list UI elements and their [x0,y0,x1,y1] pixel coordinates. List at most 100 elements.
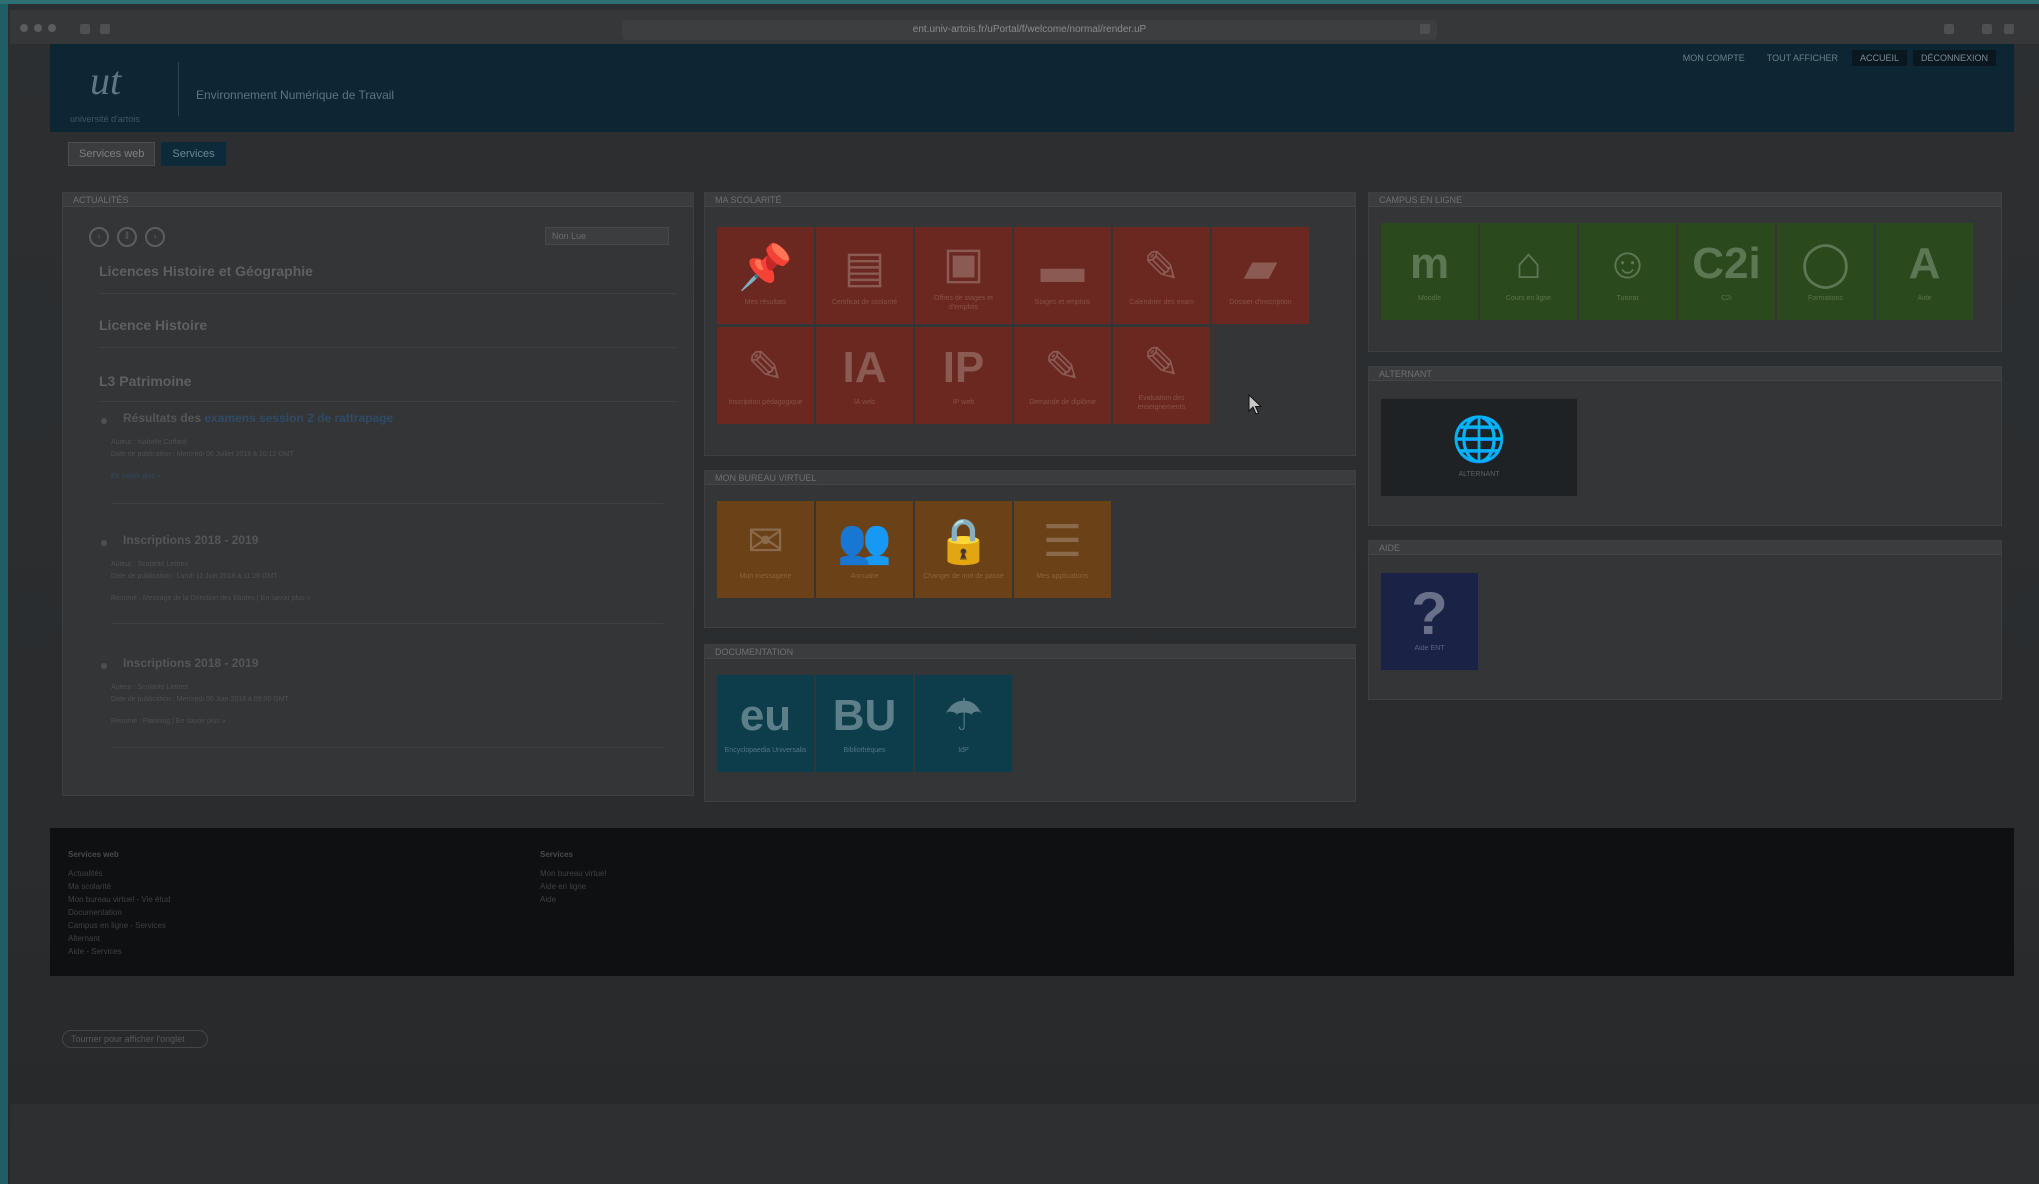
footer-link[interactable]: Mon bureau virtuel - Vie étud [68,893,171,906]
tile-formations[interactable]: ◯ Formations [1777,223,1874,320]
mail-icon: ✉ [747,517,784,566]
school-icon: ⌂ [1515,239,1542,288]
close-window-icon[interactable] [20,24,28,32]
footer-link[interactable]: Documentation [68,906,171,919]
my-account-link[interactable]: MON COMPTE [1675,50,1753,66]
tabs-icon[interactable] [1982,24,1992,34]
news-pause-icon[interactable]: ‖ [117,227,137,247]
tile-cours[interactable]: ⌂ Cours en ligne [1480,223,1577,320]
news-item-author: Auteur : Scolarité Lettres [111,684,189,691]
footer-link[interactable]: Mon bureau virtuel [540,867,606,880]
globe-icon: 🌐 [1451,415,1507,464]
tile-label: IA web [853,399,875,406]
news-item-meta: Auteur : Scolarité Lettres Date de publi… [111,559,310,605]
tile-moodle[interactable]: m Moodle [1381,223,1478,320]
tile-label: Stages et emplois [1034,299,1091,306]
tile-aide-campus[interactable]: A Aide [1876,223,1973,320]
site-header: ut université d'artois Environnement Num… [50,44,2014,132]
news-divider [111,623,663,624]
tile-mail[interactable]: ✉ Mon messagerie [717,501,814,598]
news-item-title-text: Résultats des [123,411,205,425]
news-panel: ACTUALITÉS ‹ ‖ › Non Lue Licences Histoi… [62,192,694,796]
tile-exam[interactable]: ✎ Calendrier des exam [1113,227,1210,324]
tile-bu[interactable]: BU Bibliothèques [816,675,913,772]
tile-tutorat[interactable]: ☺ Tutorat [1579,223,1676,320]
tile-ia[interactable]: IA IA web [816,327,913,424]
news-summary[interactable]: Résumé : Message de la Direction des Etu… [111,593,310,605]
footer-link[interactable]: Ma scolarité [68,880,171,893]
news-bullet [101,663,107,669]
bureau-panel-title: MON BUREAU VIRTUEL [705,471,1355,485]
show-all-link[interactable]: TOUT AFFICHER [1759,50,1846,66]
tile-idp[interactable]: ☂ IdP [915,675,1012,772]
news-item-title[interactable]: Inscriptions 2018 - 2019 [123,533,258,547]
footer-link[interactable]: Actualités [68,867,171,880]
question-icon: ? [1411,580,1448,647]
news-panel-title: ACTUALITÉS [63,193,693,207]
footer-link[interactable]: Campus en ligne - Services [68,919,171,932]
address-bar[interactable]: ent.univ-artois.fr/uPortal/f/welcome/nor… [622,20,1437,40]
footer-link[interactable]: Aide en ligne [540,880,606,893]
news-item-link[interactable]: examens session 2 de rattrapage [204,411,393,425]
tile-offres[interactable]: ▣ Offres de stages et d'emplois [915,227,1012,324]
tile-inscription-pedagogique[interactable]: ✎ Inscription pédagogique [717,327,814,424]
news-next-icon[interactable]: › [145,227,165,247]
tile-c2i[interactable]: C2i C2i [1678,223,1775,320]
news-read-more-link[interactable]: En savoir plus » [111,471,294,483]
footer-link[interactable]: Aide [540,893,606,906]
back-icon[interactable] [80,24,90,34]
edit-icon: ✎ [747,343,784,392]
tile-label: Cours en ligne [1505,295,1552,302]
forward-icon[interactable] [100,24,110,34]
footer-link[interactable]: Aide - Services [68,945,171,958]
add-tab-icon[interactable] [2004,24,2014,34]
tile-label: Mes résultats [744,299,787,306]
news-item-title[interactable]: Inscriptions 2018 - 2019 [123,656,258,670]
tile-label: Bibliothèques [843,747,886,754]
footer-heading: Services web [68,850,119,859]
news-item-meta: Auteur : Isabelle Coffard Date de public… [111,437,294,483]
tile-dossier[interactable]: ▰ Dossier d'inscription [1212,227,1309,324]
reload-icon[interactable] [1420,24,1430,34]
tile-certificat[interactable]: ▤ Certificat de scolarité [816,227,913,324]
tile-label: Moodle [1418,295,1441,302]
tile-stages[interactable]: ▬ Stages et emplois [1014,227,1111,324]
university-logo[interactable]: ut [90,56,210,120]
news-filter-select[interactable]: Non Lue [545,227,669,245]
news-category[interactable]: Licence Histoire [99,317,207,333]
tile-label: Aide ENT [1414,645,1445,652]
tile-password[interactable]: 🔒 Changer de mot de passe [915,501,1012,598]
eu-icon: eu [739,691,792,740]
campus-panel: CAMPUS EN LIGNE m Moodle ⌂ Cours en lign… [1368,192,2002,352]
tile-diplome[interactable]: ✎ Demande de diplôme [1014,327,1111,424]
news-bullet [101,540,107,546]
tile-label: Changer de mot de passe [923,573,1004,580]
tile-ip[interactable]: IP IP web [915,327,1012,424]
documentation-panel-title: DOCUMENTATION [705,645,1355,659]
minimize-window-icon[interactable] [34,24,42,32]
news-summary[interactable]: Résumé : Planning | En savoir plus » [111,716,289,728]
tile-label: Formations [1807,295,1843,302]
tile-universalis[interactable]: eu Encyclopaedia Universalis [717,675,814,772]
logout-link[interactable]: DÉCONNEXION [1912,50,1996,66]
tile-resultats[interactable]: 📌 Mes résultats [717,227,814,324]
bottom-toggle-button[interactable]: Tourner pour afficher l'onglet [62,1030,208,1048]
news-category[interactable]: L3 Patrimoine [99,373,192,389]
tile-apps[interactable]: ☰ Mes applications [1014,501,1111,598]
footer-link[interactable]: Alternant [68,932,171,945]
exam-icon: ✎ [1143,243,1180,292]
scolarite-panel-title: MA SCOLARITÉ [705,193,1355,207]
bottom-area [10,1104,2039,1184]
home-link[interactable]: ACCUEIL [1851,50,1907,66]
maximize-window-icon[interactable] [48,24,56,32]
tile-evaluation[interactable]: ✎ Evaluation des enseignements [1113,327,1210,424]
tab-services-web[interactable]: Services web [68,142,156,166]
tile-alternant[interactable]: 🌐 ALTERNANT [1381,399,1577,496]
tile-aide-ent[interactable]: ? Aide ENT [1381,573,1478,670]
share-icon[interactable] [1944,24,1954,34]
tile-contacts[interactable]: 👥 Annuaire [816,501,913,598]
news-category[interactable]: Licences Histoire et Géographie [99,263,313,279]
news-item-title[interactable]: Résultats des examens session 2 de rattr… [123,411,393,425]
news-prev-icon[interactable]: ‹ [89,227,109,247]
tab-services[interactable]: Services [161,142,226,166]
